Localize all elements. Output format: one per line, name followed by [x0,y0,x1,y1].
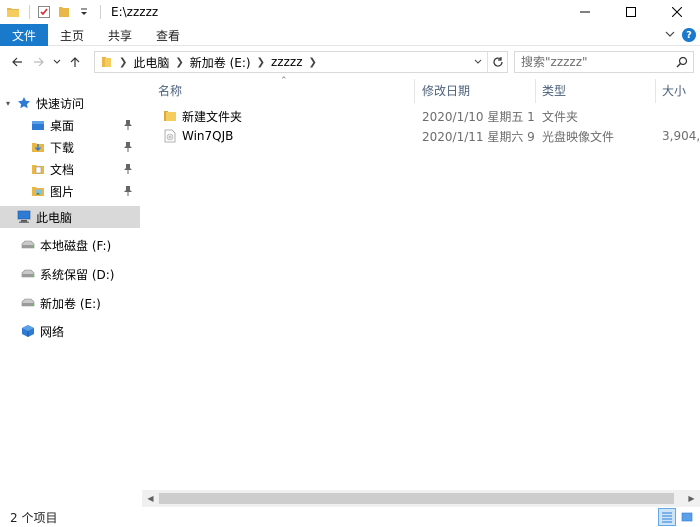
column-headers: ⌃ 名称 修改日期 类型 大小 [142,76,700,103]
chevron-down-icon[interactable]: ▾ [6,99,16,108]
quick-access-label: 快速访问 [36,96,85,111]
navigation-bar: ❯ 此电脑 ❯ 新加卷 (E:) ❯ zzzzz ❯ [0,47,700,77]
column-header-size[interactable]: 大小 [656,77,700,103]
nav-item-drive-e[interactable]: 新加卷 (E:) [0,292,140,314]
breadcrumb-this-pc[interactable]: 此电脑 [129,54,173,71]
details-view-icon [662,512,672,523]
large-icons-view-button[interactable] [678,508,696,526]
close-icon [672,7,682,17]
file-name: Win7QJB [182,129,234,143]
file-date: 2020/1/11 星期六 9... [422,129,536,144]
window-title: E:\zzzzz [111,5,159,19]
tab-share[interactable]: 共享 [96,24,144,46]
help-button[interactable]: ? [682,28,696,42]
scroll-right-icon[interactable]: ▶ [683,490,700,507]
details-view-button[interactable] [658,508,676,526]
pin-icon[interactable] [122,140,134,154]
pin-icon[interactable] [122,162,134,176]
arrow-right-icon [34,57,44,67]
table-row[interactable]: 新建文件夹 2020/1/10 星期五 1... 文件夹 [156,106,700,126]
search-input[interactable] [515,52,671,72]
address-dropdown-icon[interactable] [469,52,487,72]
file-size [662,106,700,126]
refresh-icon [492,57,503,67]
file-list: ⌃ 名称 修改日期 类型 大小 新建文件夹 2020/1/10 星期五 1...… [142,76,700,506]
nav-item-downloads[interactable]: 下载 [0,136,140,158]
nav-item-network[interactable]: 网络 [0,320,140,342]
tab-view[interactable]: 查看 [144,24,192,46]
minimize-button[interactable] [562,0,608,24]
disc-image-file-icon [162,128,178,144]
file-date: 2020/1/10 星期五 1... [422,109,536,124]
breadcrumb-zzzzz[interactable]: zzzzz [267,55,307,69]
maximize-button[interactable] [608,0,654,24]
nav-item-documents[interactable]: 文档 [0,158,140,180]
folder-icon [5,4,21,20]
search-box[interactable] [514,51,694,73]
forward-button[interactable] [28,51,50,73]
expand-ribbon-icon[interactable] [664,28,676,43]
arrow-up-icon [70,57,80,67]
breadcrumb-drive-e[interactable]: 新加卷 (E:) [186,54,255,71]
maximize-icon [626,7,636,17]
pin-icon[interactable] [122,184,134,198]
item-count: 2 个项目 [10,510,58,525]
arrow-left-icon [12,57,22,67]
table-row[interactable]: Win7QJB 2020/1/11 星期六 9... 光盘映像文件 3,904,… [156,126,700,146]
up-button[interactable] [64,51,86,73]
nav-item-desktop[interactable]: 桌面 [0,114,140,136]
recent-locations-button[interactable] [50,51,64,73]
quick-access-toolbar-dropdown-icon[interactable] [76,4,92,20]
horizontal-scrollbar[interactable]: ◀ ▶ [142,490,700,507]
folder-icon [162,108,178,124]
drive-icon [20,266,36,282]
chevron-down-icon [53,59,61,64]
file-name: 新建文件夹 [182,109,243,124]
scrollbar-thumb[interactable] [159,493,674,504]
file-type: 文件夹 [542,109,579,124]
nav-item-this-pc[interactable]: 此电脑 [0,206,140,228]
properties-icon[interactable] [36,4,52,20]
new-folder-icon[interactable] [56,4,72,20]
breadcrumb-separator-icon[interactable]: ❯ [173,57,185,68]
folder-icon [97,55,117,69]
breadcrumb-separator-icon[interactable]: ❯ [255,57,267,68]
tab-file[interactable]: 文件 [0,24,48,46]
large-icons-view-icon [681,512,693,522]
downloads-folder-icon [30,139,46,155]
nav-item-drive-d[interactable]: 系统保留 (D:) [0,263,140,285]
computer-icon [16,209,32,225]
search-icon[interactable] [671,56,693,68]
scroll-left-icon[interactable]: ◀ [142,490,159,507]
file-type: 光盘映像文件 [542,129,615,144]
navigation-pane: ▾ 快速访问 桌面 下载 文档 图片 此电脑 本地磁盘 (F:) 系统保留 (D… [0,80,142,506]
tab-home[interactable]: 主页 [48,24,96,46]
refresh-button[interactable] [487,52,507,72]
star-icon [16,95,32,111]
quick-access-item[interactable]: ▾ 快速访问 [0,92,140,114]
address-bar[interactable]: ❯ 此电脑 ❯ 新加卷 (E:) ❯ zzzzz ❯ [94,51,508,73]
ribbon-tabs: 文件 主页 共享 查看 ? [0,24,700,46]
nav-item-drive-f[interactable]: 本地磁盘 (F:) [0,234,140,256]
file-size: 3,904,1 [662,129,700,143]
pictures-folder-icon [30,183,46,199]
nav-item-pictures[interactable]: 图片 [0,180,140,202]
column-header-name[interactable]: 名称 [152,77,414,103]
breadcrumb-separator-icon[interactable]: ❯ [117,57,129,68]
desktop-folder-icon [30,117,46,133]
breadcrumb-separator-icon[interactable]: ❯ [307,57,319,68]
drive-icon [20,295,36,311]
column-header-date[interactable]: 修改日期 [416,77,536,103]
column-header-type[interactable]: 类型 [536,77,656,103]
pin-icon[interactable] [122,118,134,132]
back-button[interactable] [6,51,28,73]
close-button[interactable] [654,0,700,24]
title-bar: E:\zzzzz [0,0,700,24]
minimize-icon [580,11,590,13]
drive-icon [20,237,36,253]
status-bar: 2 个项目 [0,507,700,527]
network-icon [20,323,36,339]
documents-folder-icon [30,161,46,177]
